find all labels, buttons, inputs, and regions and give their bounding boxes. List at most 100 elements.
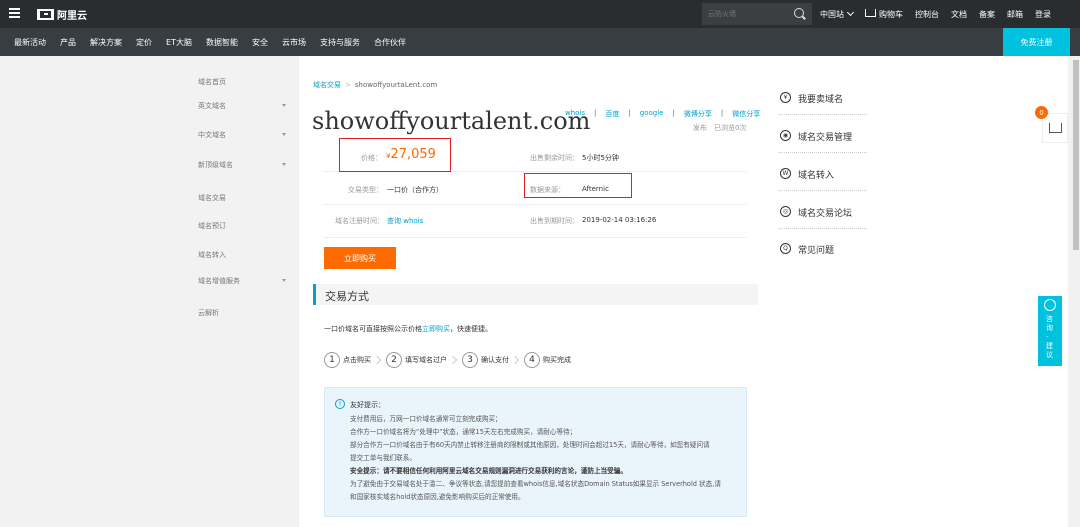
cart-link[interactable]: 购物车 <box>865 9 903 20</box>
sidebar-item-label: 域名预订 <box>198 222 226 230</box>
caret-down-icon <box>282 104 286 107</box>
view-count: 已浏览0次 <box>714 124 747 132</box>
manage-icon: ◉ <box>780 130 791 141</box>
right-menu-trade-manage[interactable]: ◉ 域名交易管理 <box>779 123 867 153</box>
intro-prefix: 一口价域名可直接按照公示价格 <box>324 325 422 333</box>
menu-icon[interactable] <box>9 8 20 18</box>
weibo-share-link[interactable]: 微博分享 <box>684 109 712 119</box>
nav-item-partners[interactable]: 合作伙伴 <box>374 37 406 48</box>
region-selector[interactable]: 中国站 <box>820 8 855 20</box>
divider: | <box>628 109 631 117</box>
domain-sidebar: 域名首页 英文域名 中文域名 新顶级域名 域名交易 域名预订 域名转入 域名增值… <box>194 56 299 527</box>
tips-box: ! 友好提示： 支付费用后，万网一口价域名通常可立刻完成购买； 合作方一口价域名… <box>324 387 747 517</box>
cart-count-badge: 0 <box>1035 106 1048 119</box>
type-label: 交易类型： <box>348 186 383 194</box>
register-button[interactable]: 免费注册 <box>1003 28 1070 56</box>
sidebar-item-value-added[interactable]: 域名增值服务 <box>198 276 286 286</box>
question-icon: Q <box>780 243 791 254</box>
aliyun-logo[interactable]: 阿里云 <box>37 6 87 22</box>
chevron-right-icon <box>448 355 458 365</box>
sidebar-item-new-tld[interactable]: 新顶级域名 <box>198 160 286 170</box>
search-icon[interactable] <box>794 8 804 18</box>
nav-item-support[interactable]: 支持与服务 <box>320 37 360 48</box>
login-link[interactable]: 登录 <box>1035 9 1051 20</box>
nav-item-security[interactable]: 安全 <box>252 37 268 48</box>
step-label: 点击购买 <box>343 356 371 364</box>
baidu-link[interactable]: 百度 <box>605 109 619 119</box>
info-icon: ! <box>335 399 345 409</box>
right-menu-sell-domain[interactable]: ¥ 我要卖域名 <box>779 85 867 115</box>
feedback-icon <box>1044 299 1056 311</box>
chevron-right-icon <box>372 355 382 365</box>
beian-link[interactable]: 备案 <box>979 9 995 20</box>
search-input[interactable] <box>708 6 788 22</box>
breadcrumb: 域名交易 > showoffyourtaLent.com <box>313 80 437 90</box>
caret-down-icon <box>282 163 286 166</box>
right-menu-faq[interactable]: Q 常见问题 <box>779 236 867 266</box>
whois-query-link[interactable]: 查询 whois <box>387 216 423 226</box>
google-link[interactable]: google <box>640 109 664 119</box>
tips-line: 和国家核实域名hold状态原因,避免影响购买后的正常使用。 <box>350 493 525 501</box>
divider: | <box>594 109 597 117</box>
right-menu-label: 域名交易管理 <box>798 133 853 143</box>
sidebar-item-domain-reserve[interactable]: 域名预订 <box>198 221 286 231</box>
intro-buy-link[interactable]: 立即购买 <box>422 325 450 333</box>
price-highlight-box <box>339 138 451 172</box>
right-menu-transfer[interactable]: W 域名转入 <box>779 161 867 191</box>
tips-line: 合作方一口价域名将为“处理中”状态，通常15天左右完成购买，请耐心等待； <box>350 428 577 436</box>
sidebar-item-label: 域名交易 <box>198 194 226 202</box>
breadcrumb-root[interactable]: 域名交易 <box>313 81 341 89</box>
top-nav: 中国站 购物车 控制台 文档 备案 邮箱 登录 <box>820 0 1063 28</box>
nav-item-pricing[interactable]: 定价 <box>136 37 152 48</box>
nav-item-data-intelligence[interactable]: 数据智能 <box>206 37 238 48</box>
divider: | <box>720 109 724 117</box>
nav-item-solutions[interactable]: 解决方案 <box>90 37 122 48</box>
nav-item-marketplace[interactable]: 云市场 <box>282 37 306 48</box>
sidebar-item-label: 域名增值服务 <box>198 277 240 285</box>
wechat-share-link[interactable]: 微信分享 <box>732 109 760 119</box>
security-tip: 安全提示：请不要相信任何利用阿里云域名交易规则漏洞进行交易获利的言论，谨防上当受… <box>350 467 627 475</box>
sidebar-item-english-domain[interactable]: 英文域名 <box>198 101 286 111</box>
type-value: 一口价（合作方） <box>387 186 443 194</box>
nav-item-activities[interactable]: 最新活动 <box>14 37 46 48</box>
region-label: 中国站 <box>820 9 844 19</box>
sidebar-item-dns[interactable]: 云解析 <box>198 308 286 318</box>
whois-link[interactable]: whois <box>565 109 585 119</box>
right-menu-label: 域名交易论坛 <box>798 209 853 219</box>
sidebar-item-domain-transfer[interactable]: 域名转入 <box>198 250 286 260</box>
sidebar-item-label: 中文域名 <box>198 131 226 139</box>
sidebar-item-home[interactable]: 域名首页 <box>198 77 286 87</box>
tips-line: 支付费用后，万网一口价域名通常可立刻完成购买； <box>350 415 502 423</box>
remaining-label: 出售剩余时间： <box>530 154 579 162</box>
logo-icon <box>37 8 54 20</box>
logo-text: 阿里云 <box>57 10 87 22</box>
sidebar-item-label: 新顶级域名 <box>198 161 233 169</box>
source-highlight-box <box>524 173 632 198</box>
remaining-value: 5小时5分钟 <box>582 154 619 162</box>
right-menu-label: 我要卖域名 <box>798 95 844 105</box>
sidebar-item-label: 云解析 <box>198 309 219 317</box>
feedback-label: 咨询·建议 <box>1046 315 1053 359</box>
docs-link[interactable]: 文档 <box>951 9 967 20</box>
sidebar-item-label: 域名首页 <box>198 78 226 86</box>
mail-link[interactable]: 邮箱 <box>1007 9 1023 20</box>
floating-cart[interactable] <box>1042 113 1068 143</box>
buy-now-button[interactable]: 立即购买 <box>324 247 396 269</box>
scroll-thumb[interactable] <box>1073 60 1079 250</box>
cart-icon <box>1049 123 1062 133</box>
reg-time-label: 域名注册时间： <box>335 217 384 225</box>
search-box <box>702 3 812 25</box>
step-label: 购买完成 <box>543 356 571 364</box>
console-link[interactable]: 控制台 <box>915 9 939 20</box>
feedback-button[interactable]: 咨询·建议 <box>1038 296 1062 366</box>
tips-title: 友好提示： <box>350 401 385 409</box>
breadcrumb-current: showoffyourtaLent.com <box>354 81 438 89</box>
scrollbar[interactable] <box>1072 56 1080 527</box>
right-menu-forum[interactable]: ◎ 域名交易论坛 <box>779 199 867 229</box>
sidebar-item-chinese-domain[interactable]: 中文域名 <box>198 130 286 140</box>
trade-intro: 一口价域名可直接按照公示价格立即购买，快速便捷。 <box>324 324 492 334</box>
nav-item-products[interactable]: 产品 <box>60 37 76 48</box>
sidebar-item-domain-trade[interactable]: 域名交易 <box>198 193 286 203</box>
nav-item-et-brain[interactable]: ET大脑 <box>166 37 192 48</box>
yen-icon: ¥ <box>780 92 791 103</box>
